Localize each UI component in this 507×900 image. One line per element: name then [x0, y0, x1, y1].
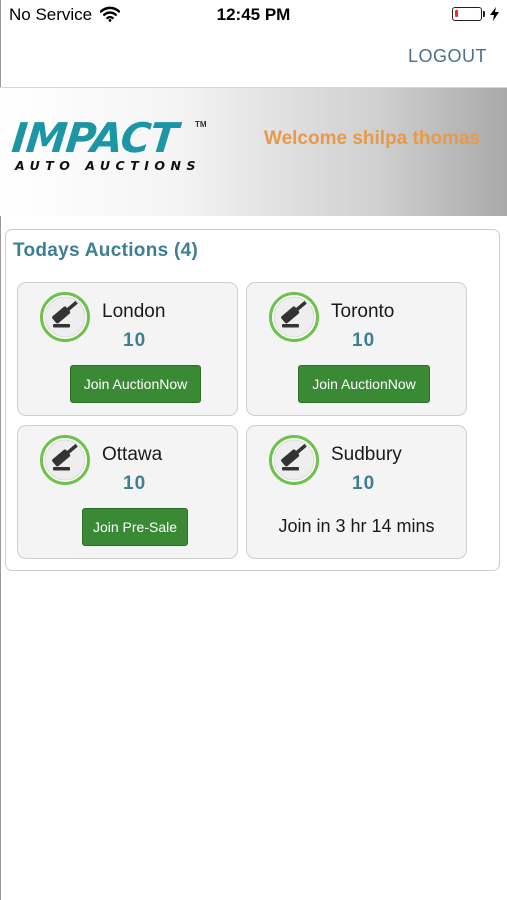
status-bar: No Service 12:45 PM	[0, 0, 507, 30]
auction-count: 10	[123, 473, 147, 494]
welcome-message: Welcome shilpa thomas	[264, 128, 481, 149]
logo-main-text: IMPACT	[9, 114, 180, 162]
bolt-icon	[490, 7, 499, 21]
gavel-icon	[40, 292, 90, 342]
battery-icon	[452, 7, 482, 21]
auction-card-sudbury: Sudbury 10 Join in 3 hr 14 mins	[246, 425, 467, 559]
logout-button[interactable]: LOGOUT	[408, 46, 487, 67]
join-pre-sale-button[interactable]: Join Pre-Sale	[82, 508, 188, 546]
battery-level	[455, 10, 458, 17]
auction-card-toronto: Toronto 10 Join AuctionNow	[246, 282, 467, 416]
auction-count: 10	[352, 473, 376, 494]
auction-card-ottawa: Ottawa 10 Join Pre-Sale	[17, 425, 238, 559]
panel-title: Todays Auctions (4)	[13, 240, 199, 261]
auction-countdown: Join in 3 hr 14 mins	[278, 516, 435, 536]
battery-tip	[483, 11, 485, 17]
auction-card-london: London 10 Join AuctionNow	[17, 282, 238, 416]
auction-city: Toronto	[331, 301, 395, 322]
gavel-icon	[269, 435, 319, 485]
impact-logo: IMPACT TM AUTO AUCTIONS	[9, 114, 207, 173]
auction-city: Ottawa	[102, 444, 163, 465]
header-banner: IMPACT TM AUTO AUCTIONS Welcome shilpa t…	[0, 87, 507, 216]
join-auction-now-button[interactable]: Join AuctionNow	[70, 365, 201, 403]
auction-city: Sudbury	[331, 444, 402, 465]
auction-count: 10	[352, 330, 376, 351]
gavel-icon	[40, 435, 90, 485]
gavel-icon	[269, 292, 319, 342]
logo-trademark: TM	[195, 120, 207, 129]
auction-count: 10	[123, 330, 147, 351]
join-auction-now-button[interactable]: Join AuctionNow	[298, 365, 430, 403]
clock: 12:45 PM	[216, 5, 291, 24]
todays-auctions-panel: Todays Auctions (4) London 10 Join Aucti…	[5, 229, 500, 571]
auction-city: London	[102, 301, 166, 322]
